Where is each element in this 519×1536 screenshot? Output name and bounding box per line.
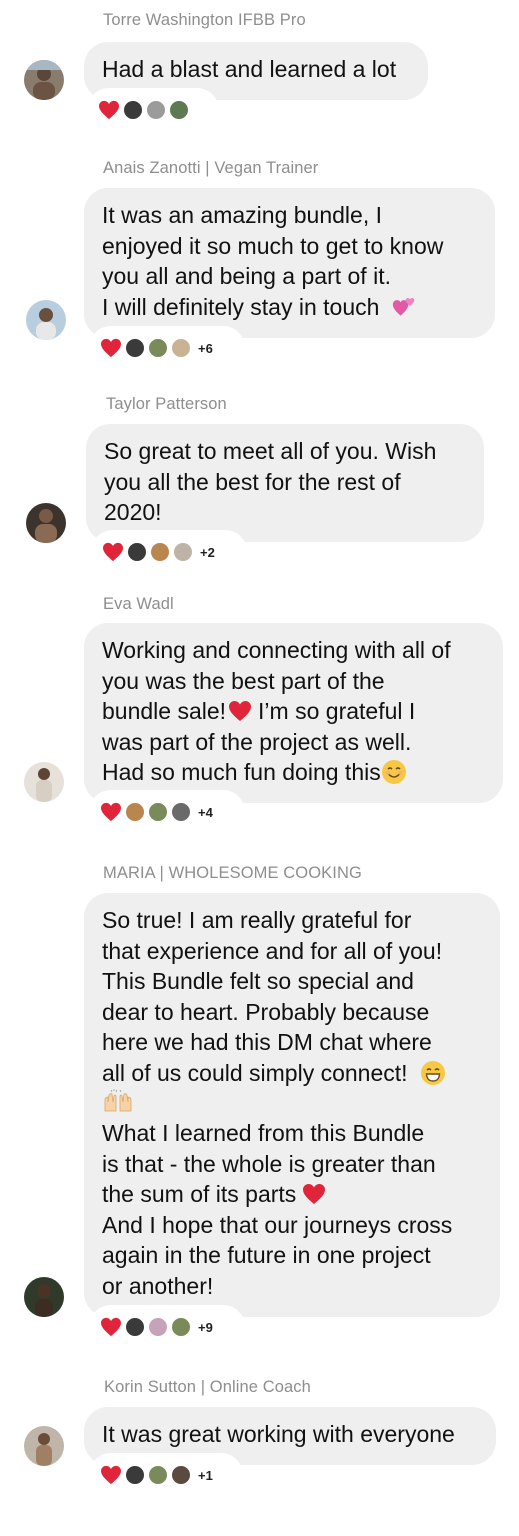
message-text: again in the future in one project	[102, 1242, 431, 1268]
sender-name: Korin Sutton | Online Coach	[104, 1378, 311, 1396]
message-text: It was an amazing bundle, I	[102, 202, 382, 228]
message-text: So true! I am really grateful for	[102, 907, 412, 933]
reaction-count: +6	[198, 340, 213, 356]
reactor-avatar	[169, 100, 189, 120]
message-text: here we had this DM chat where	[102, 1029, 432, 1055]
avatar[interactable]	[24, 762, 64, 802]
reactor-avatar	[146, 100, 166, 120]
reaction-count: +9	[198, 1319, 213, 1335]
message-text: that experience and for all of you!	[102, 937, 443, 964]
message-text: So great to meet all of you. Wish	[104, 438, 437, 464]
message-text: I’m so grateful I	[258, 698, 416, 724]
message-text: I will definitely stay in touch	[102, 293, 380, 320]
heart-icon	[101, 1465, 121, 1485]
reactor-avatar	[171, 1465, 191, 1485]
message-text: This Bundle felt so special and	[102, 968, 414, 994]
avatar[interactable]	[24, 1277, 64, 1317]
heart-icon	[99, 100, 119, 120]
reactions-bar[interactable]: +4	[92, 793, 242, 831]
raising-hands-emoji	[104, 1089, 132, 1112]
message-text: you was the best part of the	[102, 667, 385, 694]
message-text: Working and connecting with all of	[102, 637, 451, 663]
sender-name: MARIA | WHOLESOME COOKING	[103, 864, 362, 882]
heart-icon	[101, 802, 121, 822]
reactor-avatar	[171, 1317, 191, 1337]
message-text: the sum of its parts	[102, 1181, 297, 1207]
reactor-avatar	[148, 1317, 168, 1337]
reactor-avatar	[127, 542, 147, 562]
smiling-face-emoji	[381, 760, 406, 784]
message-bubble[interactable]: So great to meet all of you. Wish you al…	[86, 424, 484, 542]
reactor-avatar	[173, 542, 193, 562]
reactor-avatar	[125, 338, 145, 358]
reactor-avatar	[171, 802, 191, 822]
message-text: all of us could simply connect!	[102, 1059, 408, 1086]
message-bubble[interactable]: It was an amazing bundle, I enjoyed it s…	[84, 188, 495, 338]
reactor-avatar	[125, 802, 145, 822]
avatar[interactable]	[24, 1426, 64, 1466]
message-bubble[interactable]: So true! I am really grateful for that e…	[84, 893, 500, 1317]
sender-name: Torre Washington IFBB Pro	[103, 11, 306, 29]
message-text: And I hope that our journeys cross	[102, 1211, 453, 1238]
sender-name: Taylor Patterson	[106, 395, 227, 413]
reaction-count: +1	[198, 1467, 213, 1483]
sender-name: Anais Zanotti | Vegan Trainer	[103, 159, 319, 177]
sparkling-heart-emoji	[392, 297, 415, 316]
red-heart-emoji	[303, 1184, 326, 1204]
reactor-avatar	[148, 802, 168, 822]
heart-icon	[101, 338, 121, 358]
avatar[interactable]	[26, 503, 66, 543]
heart-icon	[101, 1317, 121, 1337]
message-bubble[interactable]: Working and connecting with all of you w…	[84, 623, 503, 803]
message-text: is that - the whole is greater than	[102, 1150, 436, 1177]
message-text: you all the best for the rest of	[104, 468, 401, 495]
message-text: It was great working with everyone	[102, 1421, 455, 1447]
message-text: enjoyed it so much to get to know	[102, 232, 444, 259]
reaction-count: +4	[198, 804, 213, 820]
reactor-avatar	[148, 1465, 168, 1485]
message-text: you all and being a part of it.	[102, 263, 391, 289]
reactor-avatar	[125, 1465, 145, 1485]
reactions-bar[interactable]	[90, 91, 216, 129]
reactor-avatar	[123, 100, 143, 120]
heart-icon	[103, 542, 123, 562]
message-text: dear to heart. Probably because	[102, 998, 430, 1025]
message-text: was part of the project as well.	[102, 728, 412, 755]
reactions-bar[interactable]: +2	[94, 533, 244, 571]
reactions-bar[interactable]: +1	[92, 1456, 240, 1494]
reaction-count: +2	[200, 544, 215, 560]
message-text: or another!	[102, 1272, 214, 1299]
avatar[interactable]	[26, 300, 66, 340]
reactions-bar[interactable]: +9	[92, 1308, 242, 1346]
avatar[interactable]	[24, 60, 64, 100]
sender-name: Eva Wadl	[103, 595, 174, 613]
message-text: Had so much fun doing this	[102, 759, 381, 785]
message-text: What I learned from this Bundle	[102, 1120, 425, 1146]
reactor-avatar	[150, 542, 170, 562]
message-text: Had a blast and learned a lot	[102, 56, 397, 82]
reactor-avatar	[125, 1317, 145, 1337]
reactor-avatar	[171, 338, 191, 358]
grinning-face-emoji	[420, 1060, 445, 1085]
message-text: bundle sale!	[102, 698, 227, 724]
message-text: 2020!	[104, 499, 162, 525]
reactions-bar[interactable]: +6	[92, 329, 242, 367]
reactor-avatar	[148, 338, 168, 358]
red-heart-emoji	[229, 701, 252, 721]
